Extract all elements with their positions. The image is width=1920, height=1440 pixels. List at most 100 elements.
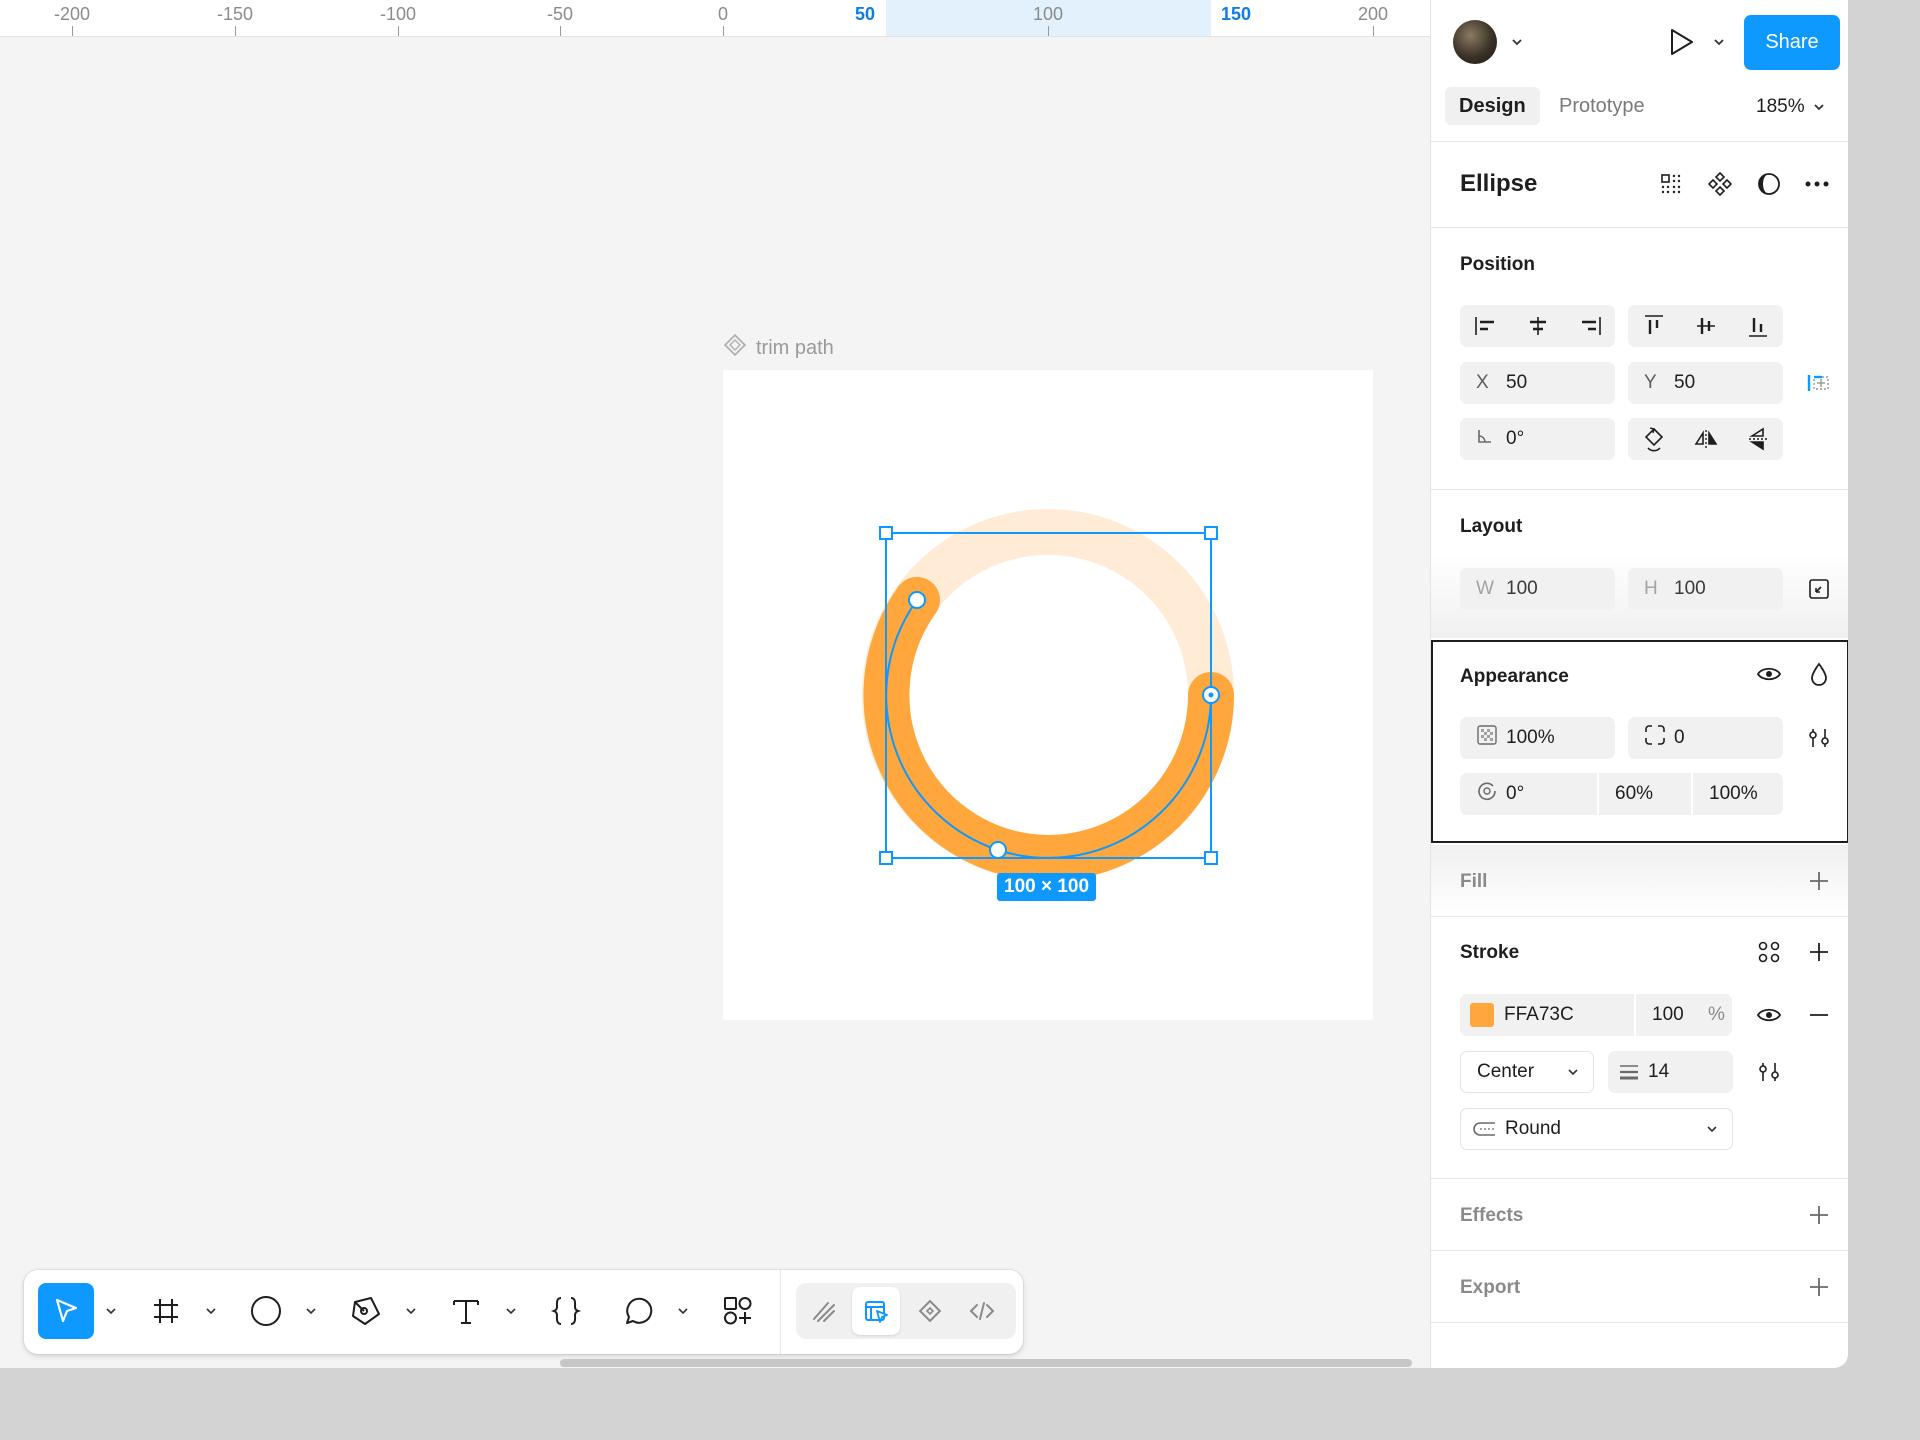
advanced-stroke-button[interactable] — [1753, 1056, 1785, 1088]
align-bottom-button[interactable] — [1732, 305, 1784, 347]
flip-horizontal-button[interactable] — [1680, 418, 1732, 460]
draw-mode[interactable] — [800, 1287, 848, 1335]
stroke-cap-dropdown[interactable]: Round — [1460, 1108, 1733, 1150]
avatar[interactable] — [1453, 20, 1497, 64]
flip-horizontal-icon — [1694, 430, 1718, 448]
resize-handle-bottom-left[interactable] — [879, 851, 893, 865]
align-top-button[interactable] — [1628, 305, 1680, 347]
create-component-button[interactable] — [1704, 168, 1736, 200]
rotate-icon — [1644, 427, 1664, 452]
more-horizontal-icon — [1805, 181, 1829, 187]
comment-tool-menu[interactable] — [676, 1304, 690, 1318]
constraints-button[interactable] — [1803, 367, 1835, 399]
resize-handle-bottom-right[interactable] — [1204, 851, 1218, 865]
width-field[interactable]: W 100 — [1460, 568, 1615, 610]
add-effect-button[interactable] — [1803, 1199, 1835, 1231]
dev-mode[interactable] — [958, 1287, 1006, 1335]
rotate-90-button[interactable] — [1628, 418, 1680, 460]
minus-icon — [1810, 1014, 1828, 1016]
pen-tool-menu[interactable] — [404, 1304, 418, 1318]
align-left-button[interactable] — [1460, 305, 1512, 347]
align-right-button[interactable] — [1564, 305, 1616, 347]
opacity-icon — [1476, 724, 1506, 752]
shape-tool-menu[interactable] — [304, 1304, 318, 1318]
height-field[interactable]: H 100 — [1628, 568, 1783, 610]
rotation-value: 0° — [1506, 428, 1525, 449]
resize-settings-button[interactable] — [1803, 573, 1835, 605]
corner-radius-field[interactable]: 0 — [1628, 717, 1783, 759]
pen-tool[interactable] — [338, 1283, 394, 1339]
tab-design[interactable]: Design — [1445, 87, 1540, 125]
align-horizontal-center-button[interactable] — [1512, 305, 1564, 347]
y-position-field[interactable]: Y 50 — [1628, 362, 1783, 404]
remove-stroke-button[interactable] — [1803, 999, 1835, 1031]
code-tool[interactable] — [538, 1283, 594, 1339]
move-tool[interactable] — [38, 1283, 94, 1339]
rotation-field[interactable]: 0° — [1460, 418, 1615, 460]
assets-tool[interactable] — [710, 1283, 766, 1339]
more-options-button[interactable] — [1801, 168, 1833, 200]
ellipse-tool[interactable] — [238, 1283, 294, 1339]
drop-icon — [1811, 662, 1827, 686]
resize-handle-top-right[interactable] — [1204, 526, 1218, 540]
arc-start-handle[interactable] — [908, 591, 926, 609]
frame-icon — [154, 1299, 178, 1323]
stroke-color-swatch[interactable] — [1470, 1003, 1494, 1027]
comment-tool[interactable] — [610, 1283, 666, 1339]
x-position-field[interactable]: X 50 — [1460, 362, 1615, 404]
mask-button[interactable] — [1753, 168, 1785, 200]
sliders-icon — [1809, 729, 1829, 747]
move-tool-menu[interactable] — [104, 1304, 118, 1318]
individual-corners-button[interactable] — [1803, 722, 1835, 754]
text-tool[interactable] — [438, 1283, 494, 1339]
mask-icon — [1758, 173, 1780, 195]
arc-ratio-field[interactable]: 100% — [1693, 773, 1783, 815]
plus-icon — [1810, 943, 1828, 961]
stroke-styles-button[interactable] — [1753, 936, 1785, 968]
frame-tool[interactable] — [138, 1283, 194, 1339]
stroke-color-field[interactable]: FFA73C 100 % — [1460, 994, 1732, 1036]
arc-ratio-handle[interactable] — [989, 841, 1007, 859]
arc-sweep-field[interactable]: 60% — [1599, 773, 1691, 815]
stroke-cap-value: Round — [1505, 1118, 1561, 1139]
cursor-icon — [55, 1298, 78, 1323]
flip-vertical-button[interactable] — [1732, 418, 1784, 460]
add-fill-button[interactable] — [1803, 865, 1835, 897]
account-menu-chevron[interactable] — [1501, 26, 1533, 58]
zoom-dropdown[interactable]: 185% — [1756, 96, 1825, 118]
corner-radius-value: 0 — [1674, 727, 1685, 748]
braces-icon — [550, 1297, 582, 1325]
add-export-button[interactable] — [1803, 1271, 1835, 1303]
stroke-visibility-button[interactable] — [1753, 999, 1785, 1031]
arc-ratio-value: 100% — [1709, 783, 1758, 804]
dev-components[interactable] — [906, 1287, 954, 1335]
share-button[interactable]: Share — [1744, 15, 1840, 70]
align-vertical-center-button[interactable] — [1680, 305, 1732, 347]
horizontal-scrollbar[interactable] — [560, 1359, 1412, 1367]
opacity-field[interactable]: 100% — [1460, 717, 1615, 759]
select-matching-button[interactable] — [1655, 168, 1687, 200]
toggle-visibility-button[interactable] — [1753, 658, 1785, 690]
tab-prototype[interactable]: Prototype — [1545, 87, 1659, 125]
text-tool-menu[interactable] — [504, 1304, 518, 1318]
align-bottom-icon — [1749, 318, 1767, 337]
stroke-position-dropdown[interactable]: Center — [1460, 1051, 1594, 1093]
resize-handle-top-left[interactable] — [879, 526, 893, 540]
chevron-down-icon — [1813, 104, 1824, 111]
h-value: 100 — [1674, 578, 1706, 599]
w-label: W — [1476, 578, 1494, 599]
present-menu-chevron[interactable] — [1703, 26, 1735, 58]
present-button[interactable] — [1665, 26, 1697, 58]
ellipse-arc[interactable] — [863, 577, 1234, 882]
blend-mode-button[interactable] — [1803, 658, 1835, 690]
code-icon — [969, 1302, 995, 1320]
stroke-weight-field[interactable]: 14 — [1608, 1051, 1733, 1093]
align-vertical-center-icon — [1697, 318, 1715, 334]
chevron-down-icon — [1707, 1126, 1717, 1133]
frame-tool-menu[interactable] — [204, 1304, 218, 1318]
add-stroke-button[interactable] — [1803, 936, 1835, 968]
design-mode[interactable] — [852, 1287, 900, 1335]
ellipse-canvas-layer[interactable] — [0, 0, 1430, 1368]
dimension-badge: 100 × 100 — [997, 873, 1097, 901]
align-right-icon — [1582, 317, 1601, 335]
